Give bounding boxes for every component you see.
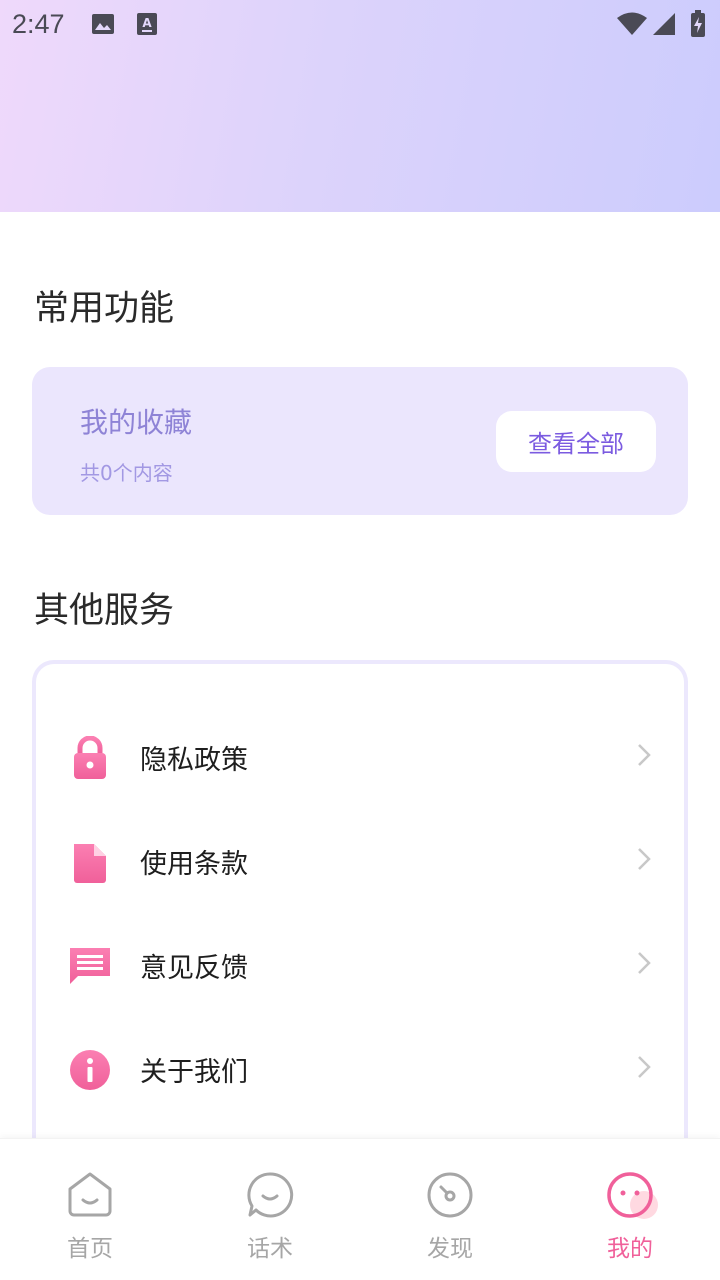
tab-scripts[interactable]: 话术 xyxy=(180,1139,360,1280)
chevron-right-icon xyxy=(638,848,651,870)
tab-label: 我的 xyxy=(607,1236,653,1262)
font-download-icon: A xyxy=(137,13,157,35)
tab-label: 话术 xyxy=(247,1236,293,1262)
home-icon xyxy=(68,1172,112,1217)
tab-label: 发现 xyxy=(427,1236,473,1262)
chevron-right-icon xyxy=(638,744,651,766)
service-item-label: 隐私政策 xyxy=(140,745,248,776)
profile-face-icon xyxy=(607,1172,658,1219)
status-time: 2:47 xyxy=(12,9,65,39)
chat-bubble-icon xyxy=(247,1172,294,1218)
compass-icon xyxy=(427,1172,473,1218)
chevron-right-icon xyxy=(638,1056,651,1078)
wifi-icon xyxy=(617,12,647,35)
service-item-terms[interactable]: 使用条款 xyxy=(36,808,684,912)
tab-label: 首页 xyxy=(67,1236,113,1262)
info-icon xyxy=(70,1050,110,1090)
chevron-right-icon xyxy=(638,952,651,974)
lock-icon xyxy=(74,736,106,779)
image-icon xyxy=(92,14,114,34)
signal-icon xyxy=(653,13,675,35)
section-title-common: 常用功能 xyxy=(34,289,175,329)
service-item-label: 使用条款 xyxy=(140,849,248,880)
svg-text:A: A xyxy=(142,16,152,30)
tab-home[interactable]: 首页 xyxy=(0,1139,180,1280)
service-item-label: 意见反馈 xyxy=(140,953,248,984)
services-card: 隐私政策 使用条款 意见反馈 关于我们 xyxy=(32,660,688,1180)
status-bar: 2:47 A xyxy=(0,0,720,48)
service-item-about[interactable]: 关于我们 xyxy=(36,1016,684,1120)
service-item-privacy[interactable]: 隐私政策 xyxy=(36,704,684,808)
battery-charging-icon xyxy=(691,10,705,37)
section-title-other: 其他服务 xyxy=(34,591,175,631)
favorites-title: 我的收藏 xyxy=(80,406,193,439)
tab-discover[interactable]: 发现 xyxy=(360,1139,540,1280)
document-icon xyxy=(74,844,106,883)
tab-mine[interactable]: 我的 xyxy=(540,1139,720,1280)
service-item-feedback[interactable]: 意见反馈 xyxy=(36,912,684,1016)
favorites-count: 共0个内容 xyxy=(80,461,173,485)
message-icon xyxy=(70,948,110,984)
service-item-label: 关于我们 xyxy=(140,1057,248,1088)
favorites-card[interactable]: 我的收藏 共0个内容 查看全部 xyxy=(32,367,688,515)
bottom-tab-bar: 首页 话术 发现 我的 xyxy=(0,1138,720,1280)
view-all-button[interactable]: 查看全部 xyxy=(496,411,656,472)
